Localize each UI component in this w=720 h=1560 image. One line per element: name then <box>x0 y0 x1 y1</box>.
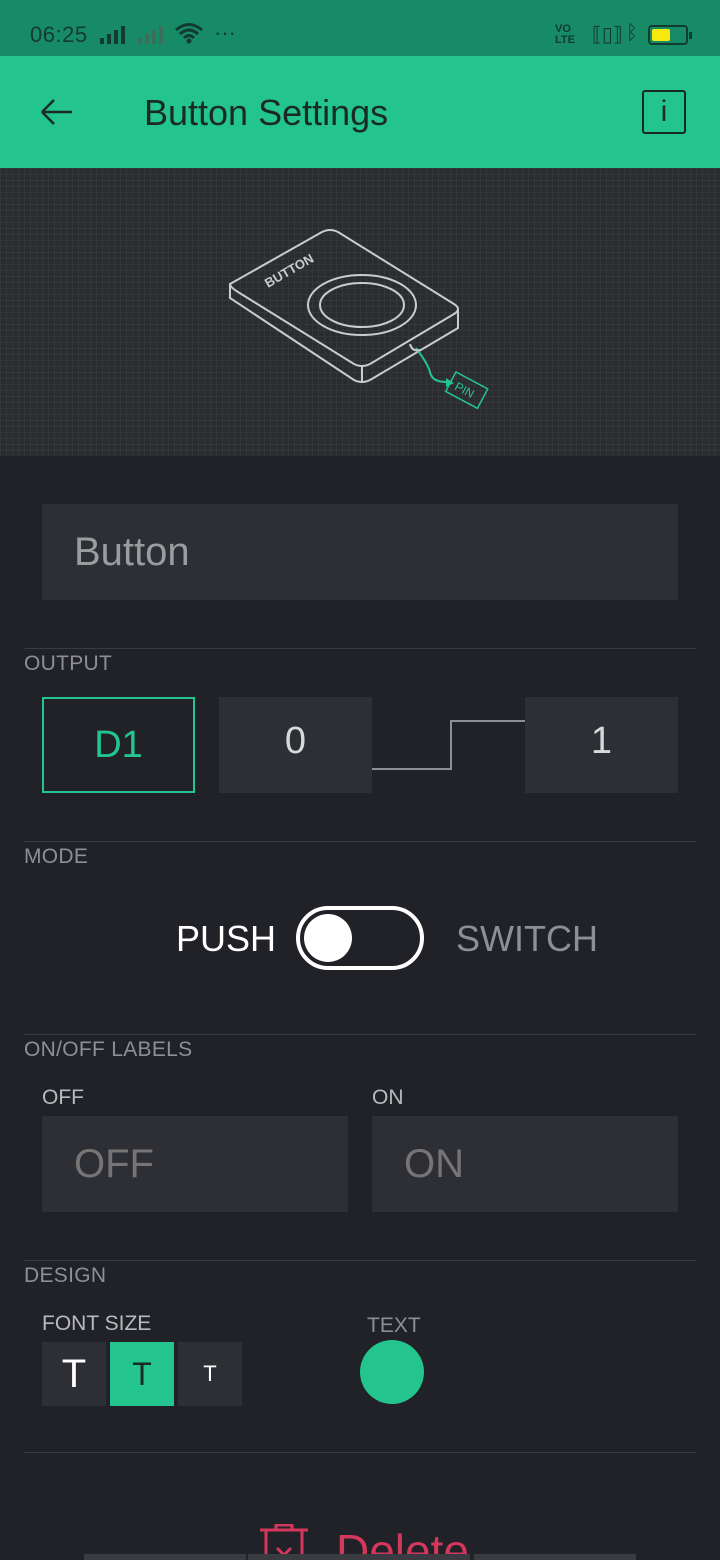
pin-select-button[interactable]: D1 <box>42 697 195 793</box>
text-color-picker[interactable] <box>360 1340 424 1404</box>
mode-toggle[interactable] <box>296 906 424 970</box>
off-label-input[interactable] <box>42 1116 348 1212</box>
font-size-label: FONT SIZE <box>42 1312 152 1335</box>
button-device-illustration: BUTTON PIN <box>228 229 489 410</box>
bottom-strip <box>248 1554 470 1560</box>
app-bar: Button Settings i <box>0 56 720 168</box>
info-button[interactable]: i <box>642 90 686 134</box>
off-label-field[interactable] <box>42 1116 348 1212</box>
output-section-label: OUTPUT <box>24 652 113 675</box>
back-button[interactable] <box>36 92 76 132</box>
illustration-button-label: BUTTON <box>262 251 316 291</box>
output-wave-graphic <box>372 720 525 770</box>
signal-icon <box>100 26 125 44</box>
text-color-label: TEXT <box>367 1314 421 1337</box>
widget-name-field[interactable] <box>42 504 678 600</box>
widget-illustration: BUTTON PIN <box>0 168 720 456</box>
status-bar: 06:25 ··· VO LTE ⟦▯⟧ ᛒ <box>0 0 720 56</box>
on-label-input[interactable] <box>372 1116 678 1212</box>
section-divider <box>24 1034 696 1035</box>
section-divider <box>24 1260 696 1261</box>
off-label-caption: OFF <box>42 1086 84 1109</box>
font-size-medium-button[interactable]: T <box>110 1342 174 1406</box>
mode-switch-label[interactable]: SWITCH <box>456 918 598 960</box>
toggle-knob <box>304 914 352 962</box>
bluetooth-icon: ᛒ <box>626 22 638 44</box>
font-size-large-button[interactable]: T <box>42 1342 106 1406</box>
section-divider <box>24 841 696 842</box>
mode-section-label: MODE <box>24 845 89 868</box>
page-title: Button Settings <box>144 92 389 133</box>
volte-icon: VO LTE <box>555 23 575 46</box>
mode-push-label[interactable]: PUSH <box>176 918 276 960</box>
high-value-input[interactable]: 1 <box>525 697 678 793</box>
section-divider <box>24 648 696 649</box>
battery-icon <box>648 25 692 45</box>
font-size-small-button[interactable]: T <box>178 1342 242 1406</box>
status-time: 06:25 <box>30 22 88 47</box>
on-label-caption: ON <box>372 1086 404 1109</box>
wifi-icon <box>175 23 203 44</box>
design-section-label: DESIGN <box>24 1264 107 1287</box>
signal-no-service-icon <box>138 26 163 44</box>
vibrate-icon: ⟦▯⟧ <box>592 24 623 46</box>
section-divider <box>24 1452 696 1453</box>
widget-name-input[interactable] <box>42 504 678 600</box>
bottom-strip <box>84 1554 246 1560</box>
on-label-field[interactable] <box>372 1116 678 1212</box>
labels-section-label: ON/OFF LABELS <box>24 1038 193 1061</box>
more-notifications-icon: ··· <box>214 20 236 45</box>
bottom-strip <box>474 1554 636 1560</box>
low-value-input[interactable]: 0 <box>219 697 372 793</box>
